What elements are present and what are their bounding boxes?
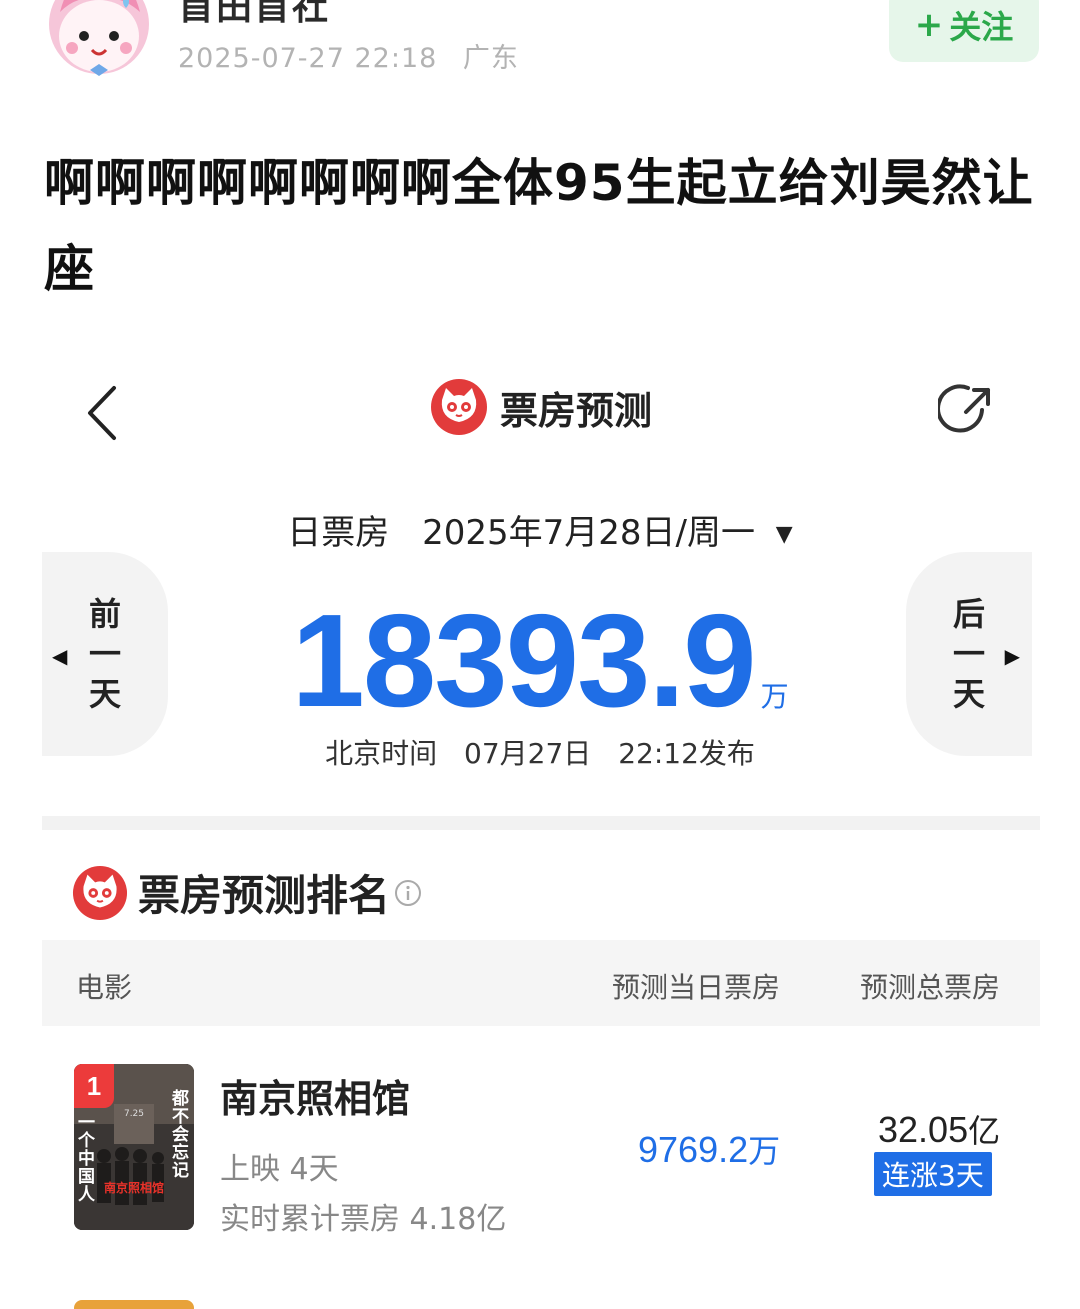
post-location: 广东	[462, 43, 519, 74]
predicted-total-boxoffice: 32.05亿	[878, 1106, 1000, 1152]
next-poster-edge	[74, 1300, 194, 1309]
publish-info: 北京时间 07月27日 22:12发布	[0, 732, 1080, 772]
trend-badge: 连涨3天	[874, 1152, 992, 1196]
rank-badge: 1	[74, 1064, 114, 1108]
plus-icon: +	[914, 5, 944, 45]
publish-time: 22:12发布	[618, 737, 755, 770]
date-selector[interactable]: 日票房 2025年7月28日/周一 ▼	[0, 505, 1080, 554]
nav-title: 票房预测	[499, 388, 652, 433]
date-label: 日票房	[287, 513, 390, 553]
predicted-total-value: 32.05	[878, 1109, 969, 1150]
post-timestamp: 2025-07-27 22:18	[178, 43, 438, 74]
column-predicted-total[interactable]: 预测总票房	[860, 966, 1000, 1006]
boxoffice-nav: 票房预测	[42, 370, 1040, 460]
follow-button[interactable]: + 关注	[889, 0, 1039, 62]
column-movie: 电影	[76, 971, 133, 1004]
daily-total-unit: 万	[760, 680, 789, 713]
publish-date: 07月27日	[464, 737, 592, 770]
poster-right-text: 都不会忘记	[172, 1089, 189, 1181]
ranking-header: 票房预测排名	[72, 862, 422, 923]
poster-left-text: 一个中国人	[78, 1113, 95, 1205]
dropdown-triangle-icon: ▼	[775, 522, 793, 547]
movie-name[interactable]: 南京照相馆	[220, 1068, 410, 1123]
post-header: 首田首社 2025-07-27 22:18 广东 + 关注	[0, 0, 1080, 90]
publish-prefix: 北京时间	[325, 737, 438, 770]
daily-total: 18393.9 万	[0, 585, 1080, 736]
post-meta: 2025-07-27 22:18 广东	[178, 36, 519, 75]
predicted-day-unit: 万	[748, 1132, 781, 1170]
movie-cumulative: 实时累计票房 4.18亿	[220, 1202, 507, 1237]
share-icon[interactable]	[938, 380, 998, 440]
ranking-table-header: 电影 预测当日票房 预测总票房	[42, 940, 1040, 1026]
date-value: 2025年7月28日/周一	[422, 513, 755, 553]
movie-days-showing: 上映 4天	[220, 1152, 339, 1187]
follow-label: 关注	[949, 8, 1014, 46]
predicted-total-unit: 亿	[968, 1112, 1001, 1150]
section-divider	[42, 816, 1040, 830]
column-predicted-day[interactable]: 预测当日票房	[612, 966, 780, 1006]
author-name[interactable]: 首田首社	[178, 0, 330, 30]
table-row[interactable]: 南京照相馆 7.25 都不会忘记 一个中国人 1 南京照相馆 上映 4天 实时累…	[42, 1050, 1040, 1250]
daily-total-value: 18393.9	[291, 587, 756, 734]
nav-title-wrap: 票房预测	[42, 378, 1040, 436]
maoyan-cat-logo-icon	[72, 865, 128, 920]
info-icon[interactable]	[394, 879, 422, 907]
predicted-day-boxoffice: 9769.2万	[638, 1126, 780, 1172]
poster-title: 南京照相馆	[104, 1180, 164, 1195]
ranking-title: 票房预测排名	[138, 871, 391, 920]
avatar[interactable]	[40, 0, 158, 82]
maoyan-cat-logo-icon	[430, 379, 487, 435]
predicted-day-value: 9769.2	[638, 1129, 749, 1170]
post-title: 啊啊啊啊啊啊啊啊全体95生起立给刘昊然让座	[44, 154, 1034, 298]
poster-date: 7.25	[124, 1109, 144, 1119]
